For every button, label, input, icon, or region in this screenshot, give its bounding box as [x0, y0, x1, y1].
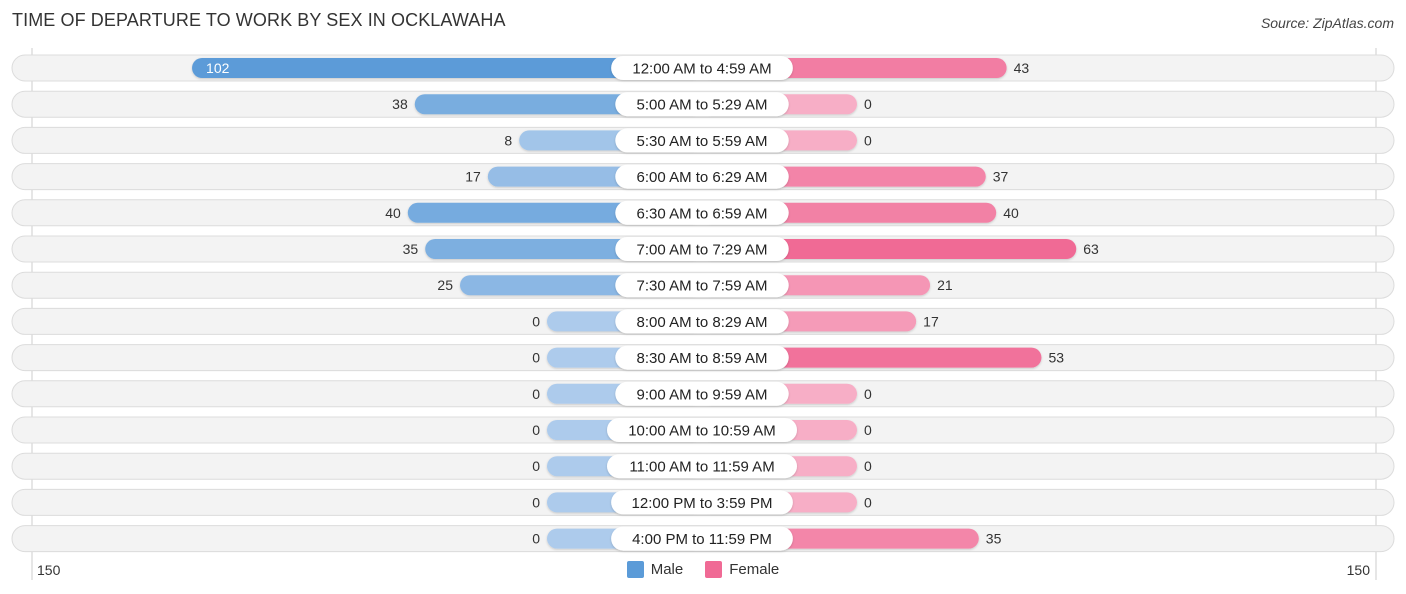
chart-svg: 12:00 AM to 4:59 AM 102 43 5:00 AM to 5:29 …	[11, 48, 1395, 580]
category-label: 5:30 AM to 5:59 AM	[637, 133, 768, 150]
legend-label-female: Female	[729, 561, 780, 578]
value-label-female: 0	[864, 458, 872, 474]
value-label-female: 43	[1014, 60, 1030, 76]
legend-item-male[interactable]: Male	[626, 561, 684, 578]
category-label: 6:30 AM to 6:59 AM	[637, 205, 768, 222]
legend-item-female[interactable]: Female	[705, 561, 779, 578]
value-label-male: 35	[403, 241, 419, 257]
category-label: 8:30 AM to 8:59 AM	[637, 350, 768, 367]
category-label: 7:00 AM to 7:29 AM	[637, 242, 768, 259]
category-label: 4:00 PM to 11:59 PM	[632, 531, 772, 548]
value-label-female: 0	[864, 494, 872, 510]
row-8: 8:30 AM to 8:59 AM 0 53	[11, 344, 1395, 372]
row-13: 4:00 PM to 11:59 PM 0 35	[11, 525, 1395, 553]
value-label-male: 0	[532, 386, 540, 402]
row-11: 11:00 AM to 11:59 AM 0 0	[11, 452, 1395, 480]
row-3: 6:00 AM to 6:29 AM 17 37	[11, 163, 1395, 191]
legend-swatch-female	[705, 561, 723, 578]
category-label: 6:00 AM to 6:29 AM	[637, 169, 768, 186]
row-9: 9:00 AM to 9:59 AM 0 0	[11, 380, 1395, 408]
legend-swatch-male	[626, 561, 644, 578]
value-label-female: 21	[937, 277, 953, 293]
category-label: 11:00 AM to 11:59 AM	[629, 459, 774, 476]
value-label-female: 40	[1003, 205, 1019, 221]
value-label-male: 0	[532, 531, 540, 547]
value-label-male: 38	[392, 96, 408, 112]
row-5: 7:00 AM to 7:29 AM 35 63	[11, 235, 1395, 263]
row-1: 5:00 AM to 5:29 AM 38 0	[11, 90, 1395, 118]
category-label: 7:30 AM to 7:59 AM	[637, 278, 768, 295]
row-7: 8:00 AM to 8:29 AM 0 17	[11, 307, 1395, 335]
value-label-female: 0	[864, 422, 872, 438]
value-label-female: 53	[1048, 350, 1064, 366]
row-10: 10:00 AM to 10:59 AM 0 0	[11, 416, 1395, 444]
row-4: 6:30 AM to 6:59 AM 40 40	[11, 199, 1395, 227]
value-label-male: 0	[532, 350, 540, 366]
value-label-female: 0	[864, 132, 872, 148]
row-12: 12:00 PM to 3:59 PM 0 0	[11, 488, 1395, 516]
legend: Male Female	[0, 561, 1406, 578]
value-label-female: 17	[923, 313, 939, 329]
value-label-male: 25	[437, 277, 453, 293]
category-label: 8:00 AM to 8:29 AM	[637, 314, 768, 331]
category-label: 10:00 AM to 10:59 AM	[628, 423, 776, 440]
category-label: 12:00 PM to 3:59 PM	[632, 495, 773, 512]
value-label-female: 63	[1083, 241, 1099, 257]
value-label-male: 8	[504, 132, 512, 148]
row-0: 12:00 AM to 4:59 AM 102 43	[11, 54, 1395, 82]
value-label-male: 0	[532, 422, 540, 438]
value-label-male: 0	[532, 313, 540, 329]
value-label-female: 37	[993, 169, 1009, 185]
value-label-male: 0	[532, 494, 540, 510]
row-2: 5:30 AM to 5:59 AM 8 0	[11, 126, 1395, 154]
value-label-female: 35	[986, 531, 1002, 547]
row-6: 7:30 AM to 7:59 AM 25 21	[11, 271, 1395, 299]
legend-label-male: Male	[650, 561, 684, 578]
value-label-female: 0	[864, 96, 872, 112]
value-label-male: 17	[465, 169, 481, 185]
value-label-male: 0	[532, 458, 540, 474]
category-label: 5:00 AM to 5:29 AM	[637, 97, 768, 114]
category-label: 12:00 AM to 4:59 AM	[632, 61, 771, 78]
value-label-female: 0	[864, 386, 872, 402]
category-label: 9:00 AM to 9:59 AM	[637, 386, 768, 403]
value-label-male: 102	[206, 60, 230, 76]
value-label-male: 40	[385, 205, 401, 221]
